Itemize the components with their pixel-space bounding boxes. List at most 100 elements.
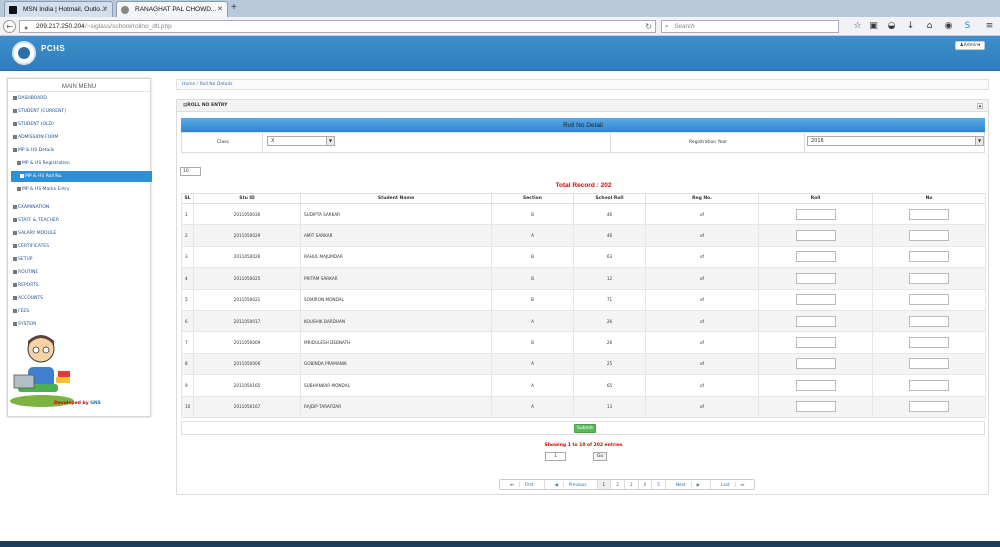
no-input[interactable] <box>909 337 949 349</box>
sl-cell: 8 <box>181 352 194 376</box>
pager-previous[interactable]: ◀ Previous <box>544 480 598 489</box>
sidebar-item-mp-hs-registration[interactable]: MP & HS Registration <box>8 158 151 169</box>
pager-page-5[interactable]: 5 <box>652 480 666 489</box>
sidebar-item-dashboard[interactable]: DASHBOARD <box>8 93 151 104</box>
roll-input[interactable] <box>795 272 836 284</box>
no-input[interactable] <box>909 358 949 370</box>
sidebar-item-routine[interactable]: ROUTINE <box>8 267 151 278</box>
no-input[interactable] <box>909 294 949 306</box>
developed-by-credit: Developed by GNS <box>54 401 101 406</box>
sidebar-item-mp-hs-roll-no[interactable]: MP & HS Roll No. <box>11 171 152 182</box>
sl-cell: 1 <box>181 202 194 226</box>
pager-last[interactable]: Last ⏭ <box>710 480 755 489</box>
pager-page-1[interactable]: 1 <box>597 480 612 489</box>
download-icon[interactable]: ↓ <box>905 21 916 32</box>
sidebar-item-label: CERTIFICATES <box>18 244 50 249</box>
new-tab-icon[interactable]: + <box>231 2 237 13</box>
reload-icon[interactable]: ↻ <box>645 21 652 32</box>
sidebar-item-setup[interactable]: SETUP <box>8 254 151 265</box>
breadcrumb-home-link[interactable]: Home <box>182 82 195 87</box>
roll-input[interactable] <box>795 230 836 242</box>
student-name-cell: RAHUL MAJUMDAR <box>300 245 492 269</box>
goto-page-input[interactable]: 1 <box>545 452 566 461</box>
stu-id-cell: 2011050025 <box>193 267 301 290</box>
submit-button[interactable]: Submit <box>574 424 596 433</box>
search-input[interactable]: ⌕ Search <box>661 20 839 33</box>
sidebar-item-mp-hs-marks-entry[interactable]: MP & HS Marks Entry <box>8 184 151 195</box>
roll-input[interactable] <box>795 294 836 306</box>
table-row: 10 2011050167 RAJDIP TARAFDAR A 13 of <box>181 395 986 418</box>
reg-year-select[interactable]: 2016 ▼ <box>807 136 984 146</box>
browser-tab-ranaghat[interactable]: RANAGHAT PAL CHOWD... ✕ <box>116 1 228 17</box>
no-input[interactable] <box>909 251 949 263</box>
os-taskbar <box>0 541 1000 547</box>
no-input[interactable] <box>909 401 949 413</box>
sidebar-item-student-old[interactable]: STUDENT (OLD) <box>8 119 151 130</box>
roll-cell <box>758 202 873 226</box>
sidebar-item-accounts[interactable]: ACCOUNTS <box>8 293 151 304</box>
page-info-icon: ● <box>24 25 29 32</box>
reg-no-cell: of <box>645 309 759 333</box>
column-header: Student Name <box>300 193 492 204</box>
roll-input[interactable] <box>795 379 836 391</box>
admin-button[interactable]: ♟Admin▾ <box>955 41 985 50</box>
pager-page-2[interactable]: 2 <box>611 480 625 489</box>
bookmark-star-icon[interactable]: ☆ <box>852 21 863 32</box>
roll-input[interactable] <box>795 315 836 327</box>
reg-no-cell: of <box>645 288 759 311</box>
column-header: School Roll <box>573 193 646 204</box>
back-icon[interactable]: ← <box>3 20 16 33</box>
no-input[interactable] <box>909 272 949 284</box>
developer-logo-text: GNS <box>90 401 101 406</box>
no-input[interactable] <box>909 208 949 220</box>
sidebar-item-mp-hs-details[interactable]: MP & HS Details <box>8 145 151 156</box>
roll-input[interactable] <box>795 337 836 349</box>
page-size-select[interactable]: 10 <box>180 167 201 176</box>
no-input[interactable] <box>909 315 949 327</box>
no-input[interactable] <box>909 230 949 242</box>
sidebar-item-examination[interactable]: EXAMINATION <box>8 202 151 213</box>
close-tab-icon[interactable]: ✕ <box>217 2 223 17</box>
clipboard-icon[interactable]: ▣ <box>868 21 879 32</box>
home-icon[interactable]: ⌂ <box>924 21 935 32</box>
roll-input[interactable] <box>795 208 836 220</box>
sidebar-item-salary-module[interactable]: SALARY MODULE <box>8 228 151 239</box>
roll-cell <box>758 245 873 269</box>
grid-icon <box>13 295 17 300</box>
sidebar-item-student-current[interactable]: STUDENT (CURRENT) <box>8 106 151 117</box>
close-tab-icon[interactable]: ✕ <box>102 2 108 17</box>
browser-tab-msn[interactable]: MSN India | Hotmail, Outlo... ✕ <box>4 1 113 17</box>
student-name-cell: MRIDULESH DEBNATH <box>300 331 492 354</box>
pocket-icon[interactable]: ◒ <box>886 21 897 32</box>
class-select[interactable]: X ▼ <box>267 136 335 146</box>
sidebar-item-admission-form[interactable]: ADMISSION FORM <box>8 132 151 143</box>
menu-icon[interactable]: ≡ <box>984 21 995 32</box>
roll-input[interactable] <box>795 251 836 263</box>
student-name-cell: AMIT SARKAR <box>300 224 492 247</box>
student-name-cell: SOMIRON MONDAL <box>300 288 492 311</box>
skype-icon[interactable]: S <box>962 21 973 32</box>
chat-icon[interactable]: ◉ <box>943 21 954 32</box>
tab-title: RANAGHAT PAL CHOWD... <box>135 6 217 13</box>
pager-page-4[interactable]: 4 <box>638 480 653 489</box>
sl-cell: 6 <box>181 309 194 333</box>
table-row: 2 2011050029 AMIT SARKAR A 46 of <box>181 224 986 247</box>
pager-page-3[interactable]: 3 <box>624 480 639 489</box>
collapse-icon[interactable]: ▴ <box>977 103 983 109</box>
pager-next[interactable]: Next ▶ <box>665 480 711 489</box>
roll-cell <box>758 309 873 333</box>
url-bar[interactable]: ● 209.217.250.204/~siglass/school/rollno… <box>19 20 656 33</box>
roll-input[interactable] <box>795 358 836 370</box>
roll-input[interactable] <box>795 401 836 413</box>
sidebar-item-fees[interactable]: FEES <box>8 306 151 317</box>
sidebar-item-staff-teacher[interactable]: STAFF & TEACHER <box>8 215 151 226</box>
sidebar-item-certificates[interactable]: CERTIFICATES <box>8 241 151 252</box>
last-icon: ⏭ <box>735 482 750 487</box>
no-input[interactable] <box>909 379 949 391</box>
sidebar-item-reports[interactable]: REPORTS <box>8 280 151 291</box>
developed-by-label: Developed by <box>54 401 89 406</box>
pager-first[interactable]: ⏮ First <box>500 480 545 489</box>
go-button[interactable]: Go <box>593 452 607 461</box>
pager-first-label: First <box>519 482 539 487</box>
class-label: Class <box>217 140 229 145</box>
